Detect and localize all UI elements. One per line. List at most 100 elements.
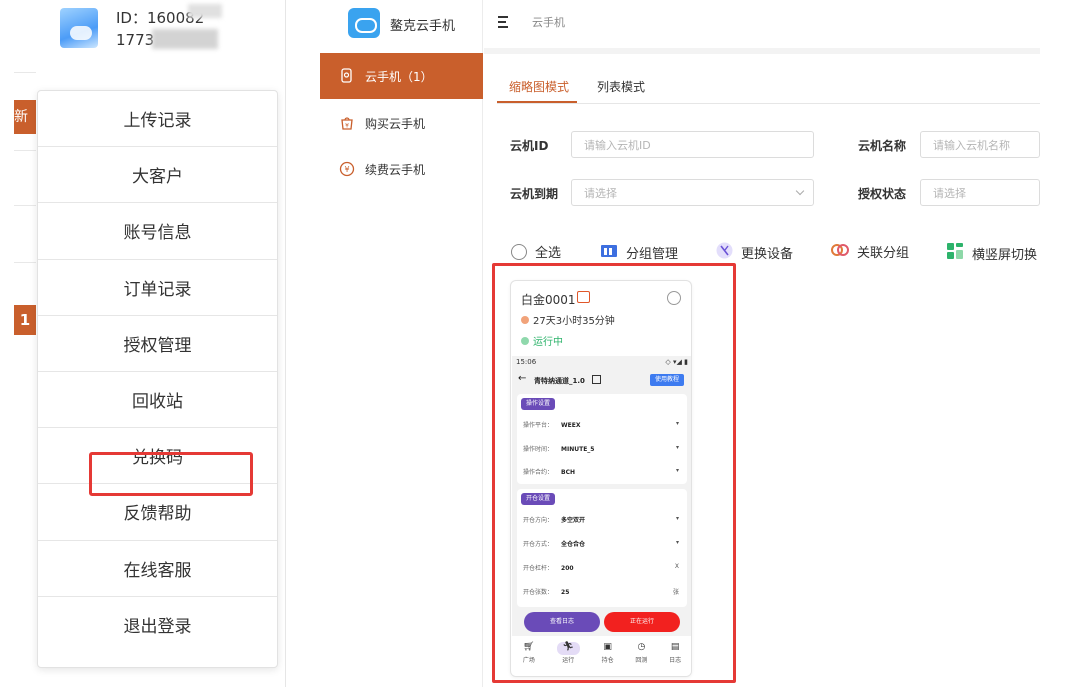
expiry-select-placeholder: 请选择 [584,186,617,200]
group-manage-label: 分组管理 [626,246,679,262]
change-device-label: 更换设备 [741,247,794,262]
header-divider [484,48,1040,54]
orientation-toggle-button[interactable]: 横竖屏切换 [946,242,1037,264]
cloud-id-input[interactable]: 请输入云机ID [571,131,814,158]
link-group-label: 关联分组 [857,246,910,261]
menu-item-authorization[interactable]: 授权管理 [38,316,277,372]
phone-redaction [152,29,218,49]
user-phone: 1773 [116,31,155,49]
phone-app-title: 青特纳通道_1.0 [534,377,585,385]
radio-circle-icon [511,243,527,260]
breadcrumb[interactable]: 云手机 [532,14,565,30]
filter-label-expiry: 云机到期 [510,187,559,201]
wallet-icon: ▣ [603,642,612,652]
divider [14,262,36,263]
menu-item-big-customer[interactable]: 大客户 [38,147,277,204]
remaining-time: 27天3小时35分钟 [521,312,615,327]
select-all-label: 全选 [535,246,562,261]
status-text: 运行中 [533,337,563,348]
log-icon: ▤ [670,642,680,652]
menu-item-logout[interactable]: 退出登录 [38,597,277,653]
divider [14,72,36,73]
phone-help-button: 使用教程 [649,374,684,386]
phone-bottom-nav: 🛒︎ 广场 🏃︎ 运行 ▣ 持仓 ◷ 回测 ▤ 日志 [512,636,691,676]
left-tag-fragment: 新云 [14,100,36,134]
sidebar-item-label: 购买云手机 [365,116,426,131]
phone-row: 开仓张数： 25 张 [523,589,679,596]
phone-row: 操作合约： BCH ▾ [523,467,679,476]
link-group-button[interactable]: 关联分组 [831,242,909,261]
menu-item-online-service[interactable]: 在线客服 [38,541,277,597]
change-device-button[interactable]: 更换设备 [716,242,793,263]
phone-view-log-button: 查看日志 [524,612,600,632]
group-manage-icon [600,242,618,262]
phone-section-badge: 操作设置 [521,398,556,410]
menu-item-recycle-bin[interactable]: 回收站 [38,372,277,429]
redeem-code-highlight [89,452,253,496]
sidebar: 鳌克云手机 云手机（1） ¥ 购买云手机 ¥ 续费云手机 [320,0,483,687]
phone-nav-backtest: ◷ 回测 [635,642,648,664]
menu-item-account-info[interactable]: 账号信息 [38,203,277,260]
svg-text:¥: ¥ [345,123,349,130]
filter-label-cloud-id: 云机ID [510,139,549,153]
svg-text:¥: ¥ [344,165,349,174]
expiry-select[interactable]: 请选择 [571,179,814,206]
chevron-down-icon [795,186,805,196]
phone-screen-preview[interactable]: 15:06 ◇ ▾◢ ▮ ← 青特纳通道_1.0 使用教程 操作设置 操作平台：… [512,356,691,676]
sidebar-item-buy[interactable]: ¥ 购买云手机 [320,100,483,146]
device-select-radio[interactable] [667,291,681,305]
phone-running-button: 正在运行 [604,612,680,632]
phone-nav-log: ▤ 日志 [669,642,682,664]
tab-thumbnail[interactable]: 缩略图模式 [509,78,569,95]
renew-yen-icon: ¥ [338,160,356,178]
filter-label-auth-status: 授权状态 [858,187,907,201]
auth-status-select[interactable]: 请选择 [920,179,1040,206]
cloud-name-input[interactable]: 请输入云机名称 [920,131,1040,158]
phone-nav-square: 🛒︎ 广场 [522,642,535,664]
sidebar-item-renew[interactable]: ¥ 续费云手机 [320,146,483,192]
filter-label-cloud-name: 云机名称 [858,139,907,153]
user-avatar[interactable] [60,8,98,48]
phone-row: 开仓方向： 多空双开 ▾ [523,515,679,524]
menu-item-order-records[interactable]: 订单记录 [38,260,277,316]
phone-nav-run: 🏃︎ 运行 [556,636,580,676]
phone-section-badge: 开仓设置 [521,493,556,505]
link-group-icon [831,243,849,261]
group-manage-button[interactable]: 分组管理 [600,242,678,262]
left-number-fragment: 1 [14,305,36,335]
history-icon: ◷ [637,642,646,652]
device-card[interactable]: 白金0001 27天3小时35分钟 运行中 15:06 ◇ ▾◢ ▮ ← 青特纳… [510,280,692,677]
phone-signal-icon: ◇ ▾◢ ▮ [665,358,688,366]
back-arrow-icon: ← [518,373,527,384]
status-dot-icon [521,336,529,345]
device-name: 白金0001 [521,293,576,307]
phone-person-icon [338,67,356,85]
orientation-toggle-label: 横竖屏切换 [972,247,1038,263]
phone-row: 开仓方式： 全仓合仓 ▾ [523,539,679,548]
menu-item-upload-records[interactable]: 上传记录 [38,91,277,148]
sidebar-item-cloud-phone[interactable]: 云手机（1） [320,53,483,99]
select-all-control[interactable]: 全选 [511,242,561,261]
shopping-bag-icon: ¥ [338,114,356,132]
id-redaction [188,4,222,18]
account-dropdown-menu: 上传记录 大客户 账号信息 订单记录 授权管理 回收站 兑换码 反馈帮助 在线客… [37,90,278,668]
edit-icon[interactable] [577,291,590,303]
tab-list[interactable]: 列表模式 [597,78,645,95]
grid-toggle-icon [946,242,964,264]
remaining-time-text: 27天3小时35分钟 [533,316,615,327]
brand-logo-icon [348,8,380,38]
sidebar-item-label: 续费云手机 [365,162,426,177]
change-device-icon [716,242,733,263]
phone-row: 操作平台： WEEX ▾ [523,420,679,429]
collapse-menu-icon[interactable] [498,16,512,28]
brand-name: 鳌克云手机 [390,19,456,34]
phone-clock: 15:06 [516,358,537,366]
cart-icon: 🛒︎ [523,642,535,652]
run-icon: 🏃︎ [556,642,580,655]
phone-open-settings: 开仓设置 开仓方向： 多空双开 ▾ 开仓方式： 全仓合仓 ▾ 开仓杠杆： 200 X 开仓张… [517,489,687,607]
phone-edit-icon [592,375,601,384]
status-badge: 运行中 [521,333,563,348]
phone-operation-settings: 操作设置 操作平台： WEEX ▾ 操作时间： MINUTE_5 ▾ 操作合约： BCH ▾ [517,394,687,484]
divider [14,205,36,206]
tabs-divider [497,103,1040,104]
